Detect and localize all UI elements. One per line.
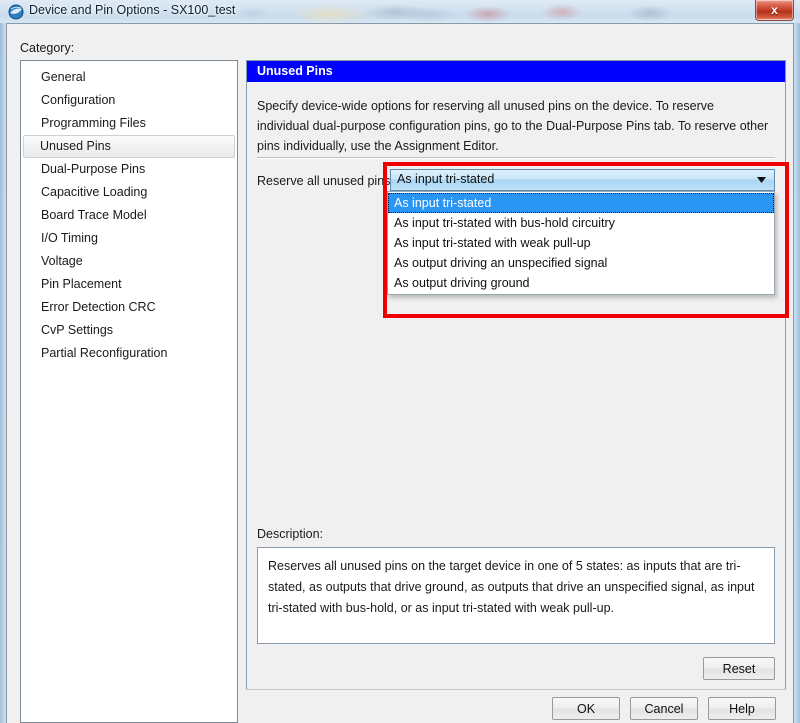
category-label: Category:	[20, 41, 75, 55]
dropdown-option-as-output-driving-ground[interactable]: As output driving ground	[388, 273, 774, 293]
category-item-pin-placement[interactable]: Pin Placement	[24, 273, 234, 296]
dropdown-option-as-output-driving-unspecified-signal[interactable]: As output driving an unspecified signal	[388, 253, 774, 273]
category-item-unused-pins[interactable]: Unused Pins	[23, 135, 235, 158]
description-label: Description:	[257, 527, 323, 541]
category-item-capacitive-loading[interactable]: Capacitive Loading	[24, 181, 234, 204]
button-bar-separator	[246, 689, 786, 690]
close-icon: x	[771, 3, 778, 17]
cancel-button[interactable]: Cancel	[630, 697, 698, 720]
dropdown-option-as-input-tri-stated-bus-hold[interactable]: As input tri-stated with bus-hold circui…	[388, 213, 774, 233]
description-box: Reserves all unused pins on the target d…	[257, 547, 775, 644]
category-item-error-detection-crc[interactable]: Error Detection CRC	[24, 296, 234, 319]
category-item-general[interactable]: General	[24, 66, 234, 89]
help-button[interactable]: Help	[708, 697, 776, 720]
combobox-dropdown-list[interactable]: As input tri-stated As input tri-stated …	[387, 191, 775, 295]
dialog-window: Device and Pin Options - SX100_test x Ca…	[0, 0, 800, 723]
window-title: Device and Pin Options - SX100_test	[29, 3, 236, 17]
category-list[interactable]: General Configuration Programming Files …	[20, 60, 238, 723]
close-button[interactable]: x	[755, 0, 794, 21]
combobox-selected-value: As input tri-stated	[397, 172, 495, 186]
description-text: Reserves all unused pins on the target d…	[268, 559, 755, 615]
reset-button[interactable]: Reset	[703, 657, 775, 680]
reserve-all-unused-pins-combobox[interactable]: As input tri-stated	[390, 169, 775, 191]
category-item-io-timing[interactable]: I/O Timing	[24, 227, 234, 250]
dropdown-option-as-input-tri-stated[interactable]: As input tri-stated	[388, 193, 774, 213]
title-bar[interactable]: Device and Pin Options - SX100_test x	[0, 0, 800, 23]
category-item-partial-reconfiguration[interactable]: Partial Reconfiguration	[24, 342, 234, 365]
category-item-programming-files[interactable]: Programming Files	[24, 112, 234, 135]
category-item-voltage[interactable]: Voltage	[24, 250, 234, 273]
reserve-all-unused-pins-label: Reserve all unused pins:	[257, 174, 394, 188]
panel-description-text: Specify device-wide options for reservin…	[257, 99, 769, 153]
ok-button[interactable]: OK	[552, 697, 620, 720]
dropdown-option-as-input-tri-stated-weak-pull-up[interactable]: As input tri-stated with weak pull-up	[388, 233, 774, 253]
category-item-board-trace-model[interactable]: Board Trace Model	[24, 204, 234, 227]
window-edge-right	[794, 23, 800, 723]
panel-separator	[257, 157, 775, 159]
category-item-cvp-settings[interactable]: CvP Settings	[24, 319, 234, 342]
panel-header-title: Unused Pins	[247, 61, 785, 82]
quartus-globe-icon	[8, 4, 24, 20]
category-item-dual-purpose-pins[interactable]: Dual-Purpose Pins	[24, 158, 234, 181]
chevron-down-icon[interactable]	[752, 170, 770, 190]
category-item-configuration[interactable]: Configuration	[24, 89, 234, 112]
